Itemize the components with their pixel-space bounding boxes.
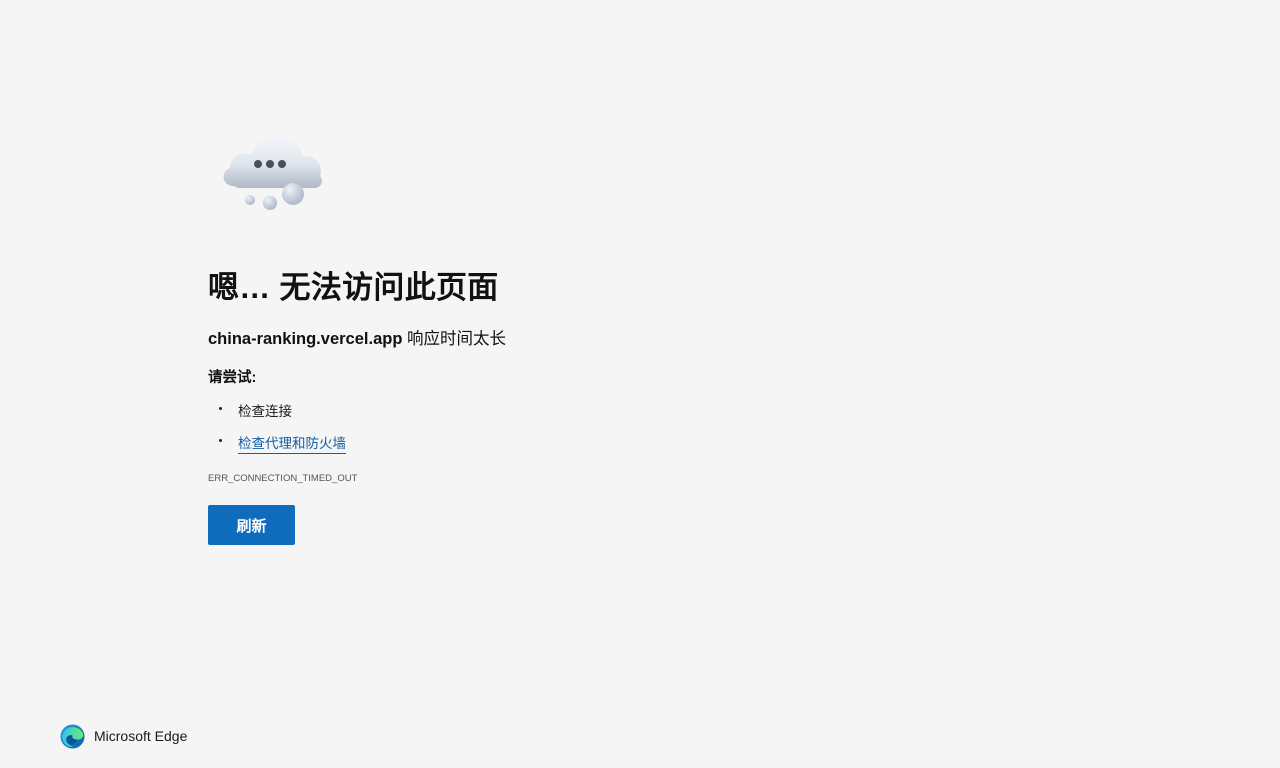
error-page: 嗯… 无法访问此页面 china-ranking.vercel.app 响应时间… [0, 0, 1280, 768]
error-message: 响应时间太长 [402, 330, 506, 348]
refresh-button[interactable]: 刷新 [208, 505, 295, 545]
brand-name: Microsoft Edge [94, 728, 188, 744]
error-summary: china-ranking.vercel.app 响应时间太长 [208, 325, 506, 349]
suggestion-label: 检查连接 [238, 404, 292, 419]
error-code: ERR_CONNECTION_TIMED_OUT [208, 473, 358, 484]
edge-logo-icon [60, 724, 85, 748]
error-host: china-ranking.vercel.app [208, 330, 403, 348]
footer-brand: Microsoft Edge [60, 723, 187, 749]
thinking-cloud-icon [223, 135, 323, 210]
check-proxy-firewall-link[interactable]: 检查代理和防火墙 [238, 432, 346, 454]
page-title: 嗯… 无法访问此页面 [208, 270, 499, 305]
try-heading: 请尝试: [208, 370, 257, 386]
bullet-dot [219, 439, 222, 442]
bullet-dot [219, 407, 222, 410]
